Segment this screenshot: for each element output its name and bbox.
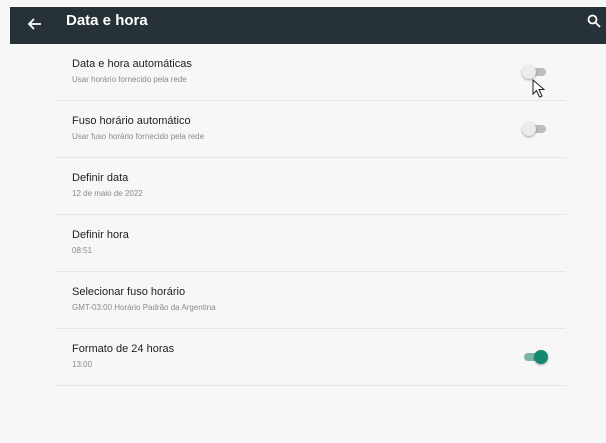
toggle-thumb <box>522 65 536 79</box>
setting-select-timezone[interactable]: Selecionar fuso horário GMT-03:00 Horári… <box>56 272 566 329</box>
setting-title: Data e hora automáticas <box>72 58 192 70</box>
setting-summary: Usar horário fornecido pela rede <box>72 75 187 84</box>
auto-timezone-toggle[interactable] <box>522 122 548 136</box>
page-title: Data e hora <box>66 12 148 29</box>
24-hour-format-toggle[interactable] <box>522 350 548 364</box>
setting-title: Definir hora <box>72 229 129 241</box>
setting-auto-timezone[interactable]: Fuso horário automático Usar fuso horári… <box>56 101 566 158</box>
setting-title: Selecionar fuso horário <box>72 286 186 298</box>
setting-summary: 13:00 <box>72 360 93 369</box>
setting-set-time[interactable]: Definir hora 08:51 <box>56 215 566 272</box>
setting-summary: 12 de maio de 2022 <box>72 189 143 198</box>
setting-summary: Usar fuso horário fornecido pela rede <box>72 132 205 141</box>
setting-title: Definir data <box>72 172 129 184</box>
toggle-thumb <box>534 350 548 364</box>
auto-date-time-toggle[interactable] <box>522 65 548 79</box>
setting-summary: GMT-03:00 Horário Padrão da Argentina <box>72 303 216 312</box>
setting-title: Formato de 24 horas <box>72 343 175 355</box>
back-button[interactable] <box>18 7 52 41</box>
setting-auto-date-time[interactable]: Data e hora automáticas Usar horário for… <box>56 44 566 101</box>
settings-list: Data e hora automáticas Usar horário for… <box>56 44 566 386</box>
setting-title: Fuso horário automático <box>72 115 191 127</box>
search-icon <box>587 14 601 28</box>
search-button[interactable] <box>582 9 606 33</box>
toggle-thumb <box>522 122 536 136</box>
setting-summary: 08:51 <box>72 246 93 255</box>
setting-24-hour-format[interactable]: Formato de 24 horas 13:00 <box>56 329 566 386</box>
mouse-pointer-icon <box>532 79 546 98</box>
top-margin <box>0 0 606 7</box>
left-margin <box>0 0 10 443</box>
arrow-left-icon <box>28 18 41 30</box>
setting-set-date[interactable]: Definir data 12 de maio de 2022 <box>56 158 566 215</box>
